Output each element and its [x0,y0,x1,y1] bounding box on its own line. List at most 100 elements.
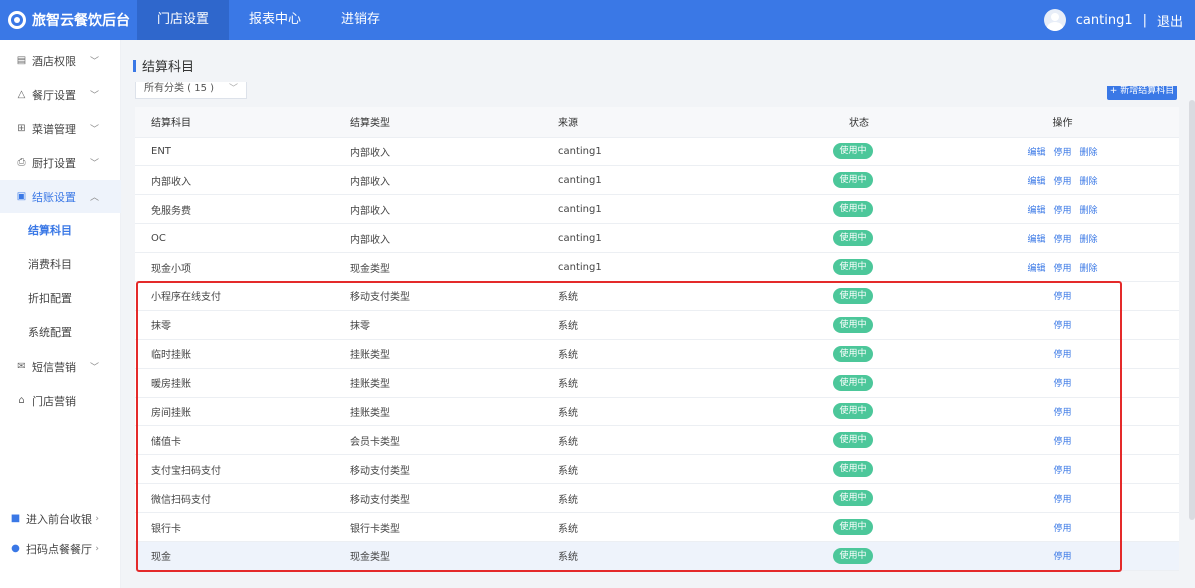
topnav-store-settings[interactable]: 门店设置 [137,0,230,40]
sidebar-item-label: 扫码点餐餐厅 [26,542,92,556]
table-row[interactable]: 内部收入 内部收入 canting1 使用中 编辑 停用 删除 [135,165,1179,196]
cell-type: 现金类型 [342,252,550,282]
table-row[interactable]: 银行卡 银行卡类型 系统 使用中 停用 [135,512,1179,542]
sidebar-item-restaurant-settings[interactable]: △ 餐厅设置 ﹀ [0,78,121,111]
user-separator: | [1142,12,1147,28]
cell-status: 使用中 [816,425,946,456]
sidebar-sub-settlement-subjects[interactable]: 结算科目 [0,214,121,247]
cell-status: 使用中 [816,194,946,225]
add-settlement-button[interactable]: + 新增结算科目 [1107,86,1177,100]
sidebar-sub-consumption-subjects[interactable]: 消费科目 [0,248,121,281]
sidebar-item-store-marketing[interactable]: ⌂ 门店营销 [0,384,121,417]
table-row[interactable]: 支付宝扫码支付 移动支付类型 系统 使用中 停用 [135,454,1179,485]
sidebar-item-label: 厨打设置 [32,156,76,170]
action-link[interactable]: 停用 [1053,552,1071,562]
main-content: 结算科目 所有分类 ( 15 ) ﹀ + 新增结算科目 结算科目 结算类型 来源… [121,40,1195,588]
cell-actions: 编辑 停用 删除 [946,252,1179,282]
status-badge: 使用中 [833,259,873,275]
sidebar-item-menu-management[interactable]: ⊞ 菜谱管理 ﹀ [0,112,121,145]
column-header-source[interactable]: 来源 [550,107,816,138]
action-link[interactable]: 停用 [1053,235,1071,245]
table-row[interactable]: OC 内部收入 canting1 使用中 编辑 停用 删除 [135,223,1179,254]
sidebar-item-sms-marketing[interactable]: ✉ 短信营销 ﹀ [0,350,121,383]
action-link[interactable]: 停用 [1053,321,1071,331]
action-link[interactable]: 删除 [1080,177,1098,187]
action-link[interactable]: 删除 [1080,235,1098,245]
sidebar-sub-discount-config[interactable]: 折扣配置 [0,282,121,315]
table-row[interactable]: 临时挂账 挂账类型 系统 使用中 停用 [135,339,1179,369]
action-link[interactable]: 编辑 [1027,148,1045,158]
action-link[interactable]: 编辑 [1027,206,1045,216]
table-row[interactable]: 小程序在线支付 移动支付类型 系统 使用中 停用 [135,281,1179,311]
cell-status: 使用中 [816,483,946,514]
cell-subject: 储值卡 [135,425,342,456]
action-link[interactable]: 编辑 [1027,264,1045,274]
sidebar-item-label: 餐厅设置 [32,88,76,102]
table-row[interactable]: 微信扫码支付 移动支付类型 系统 使用中 停用 [135,483,1179,514]
sidebar-sub-system-config[interactable]: 系统配置 [0,316,121,349]
column-header-type[interactable]: 结算类型 [342,107,550,138]
cell-source: 系统 [550,512,816,542]
cell-source: canting1 [550,194,816,225]
cell-subject: 临时挂账 [135,339,342,369]
cell-status: 使用中 [816,137,946,167]
action-link[interactable]: 删除 [1080,206,1098,216]
table-row[interactable]: ENT 内部收入 canting1 使用中 编辑 停用 删除 [135,137,1179,167]
action-link[interactable]: 删除 [1080,264,1098,274]
action-link[interactable]: 停用 [1053,177,1071,187]
action-link[interactable]: 停用 [1053,206,1071,216]
table-row[interactable]: 免服务费 内部收入 canting1 使用中 编辑 停用 删除 [135,194,1179,225]
action-link[interactable]: 停用 [1053,437,1071,447]
action-link[interactable]: 停用 [1053,495,1071,505]
sidebar-item-kitchen-print[interactable]: ⎙ 厨打设置 ﹀ [0,146,121,179]
cell-actions: 停用 [946,310,1179,340]
brand-title: 旅智云餐饮后台 [32,13,130,29]
action-link[interactable]: 停用 [1053,148,1071,158]
action-link[interactable]: 停用 [1053,292,1071,302]
table-row[interactable]: 房间挂账 挂账类型 系统 使用中 停用 [135,397,1179,427]
cell-type: 现金类型 [342,541,550,571]
table-row[interactable]: 现金小项 现金类型 canting1 使用中 编辑 停用 删除 [135,252,1179,282]
cashier-icon: ■ [10,513,21,524]
cell-status: 使用中 [816,165,946,196]
cell-actions: 停用 [946,368,1179,398]
status-badge: 使用中 [833,287,873,304]
sidebar-item-checkout-settings[interactable]: ▣ 结账设置 ︿ [0,180,121,213]
location-icon: ● [11,543,20,554]
status-badge: 使用中 [833,374,873,391]
cell-source: 系统 [550,281,816,311]
action-link[interactable]: 停用 [1053,524,1071,534]
cell-subject: OC [135,223,342,254]
table-row[interactable]: 暖房挂账 挂账类型 系统 使用中 停用 [135,368,1179,398]
cell-subject: 微信扫码支付 [135,483,342,514]
table-row[interactable]: 现金 现金类型 系统 使用中 停用 [135,541,1179,571]
sidebar-item-scan-order[interactable]: ● 扫码点餐餐厅 › [0,532,121,565]
topnav-inventory[interactable]: 进销存 [321,0,400,40]
action-link[interactable]: 停用 [1053,264,1071,274]
cell-actions: 编辑 停用 删除 [946,165,1179,196]
topnav-report-center[interactable]: 报表中心 [229,0,321,40]
column-header-actions: 操作 [946,107,1179,138]
column-header-subject[interactable]: 结算科目 [135,107,342,138]
action-link[interactable]: 停用 [1053,408,1071,418]
action-link[interactable]: 停用 [1053,466,1071,476]
column-header-status[interactable]: 状态 [816,107,946,138]
category-filter-select[interactable]: 所有分类 ( 15 ) ﹀ [135,82,247,99]
cell-actions: 编辑 停用 删除 [946,137,1179,167]
avatar[interactable] [1043,9,1066,31]
action-link[interactable]: 删除 [1080,148,1098,158]
menu-grid-icon: ⊞ [17,123,26,134]
table-row[interactable]: 抹零 抹零 系统 使用中 停用 [135,310,1179,340]
logout-link[interactable]: 退出 [1157,11,1183,30]
table-row[interactable]: 储值卡 会员卡类型 系统 使用中 停用 [135,425,1179,456]
brand[interactable]: 旅智云餐饮后台 [0,0,137,40]
action-link[interactable]: 停用 [1053,350,1071,360]
sidebar-item-enter-cashier[interactable]: ■ 进入前台收银 › [0,502,121,535]
action-link[interactable]: 编辑 [1027,177,1045,187]
user-name[interactable]: canting1 [1076,13,1133,28]
action-link[interactable]: 停用 [1053,379,1071,389]
hotel-icon: ▤ [16,55,27,66]
action-link[interactable]: 编辑 [1027,235,1045,245]
sidebar-item-hotel-permissions[interactable]: ▤ 酒店权限 ﹀ [0,44,121,77]
vertical-scrollbar[interactable] [1189,100,1195,520]
